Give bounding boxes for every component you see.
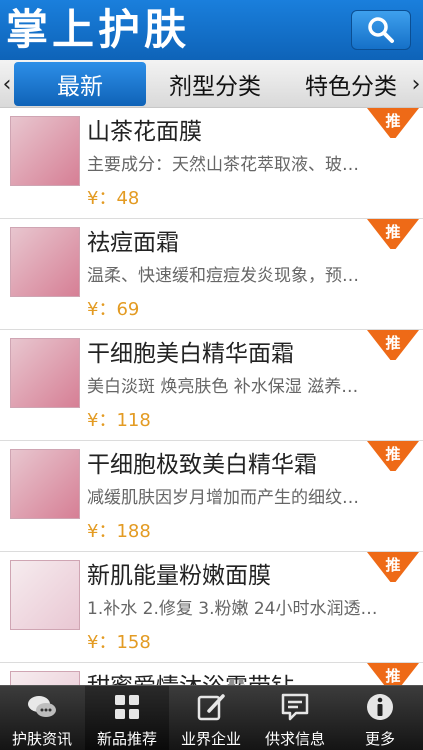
recommend-badge: 推 (367, 330, 419, 360)
app-title: 掌上护肤 (6, 5, 191, 54)
app-header: 掌上护肤 (0, 0, 423, 60)
message-board-icon (281, 693, 309, 721)
product-desc: 1.补水 2.修复 3.粉嫩 24小时水润透… (87, 599, 378, 619)
nav-new-products[interactable]: 新品推荐 (85, 686, 169, 750)
product-price: ¥：188 (87, 521, 151, 542)
list-item[interactable]: 甜蜜爱情沐浴露带钻 推 (0, 663, 423, 685)
recommend-badge: 推 (367, 108, 419, 138)
scroll-left-icon[interactable]: ‹ (0, 60, 14, 108)
search-icon (368, 17, 394, 43)
product-name: 干细胞美白精华面霜 (87, 341, 294, 367)
tab-latest[interactable]: 最新 (14, 62, 146, 106)
product-thumbnail (10, 560, 80, 630)
list-item[interactable]: 山茶花面膜 主要成分：天然山茶花萃取液、玻… ¥：48 推 (0, 108, 423, 219)
product-name: 新肌能量粉嫩面膜 (87, 563, 271, 589)
product-thumbnail (10, 227, 80, 297)
product-price: ¥：158 (87, 632, 151, 653)
scroll-right-icon[interactable]: › (409, 60, 423, 108)
tab-feature[interactable]: 特色分类 (288, 62, 414, 106)
chat-bubbles-icon (28, 696, 56, 717)
category-tabs: ‹ 最新 剂型分类 特色分类 › (0, 60, 423, 108)
product-thumbnail (10, 338, 80, 408)
nav-label: 新品推荐 (96, 730, 157, 748)
product-desc: 美白淡斑 焕亮肤色 补水保湿 滋养… (87, 377, 359, 397)
list-item[interactable]: 祛痘面霜 温柔、快速缓和痘痘发炎现象，预… ¥：69 推 (0, 219, 423, 330)
product-desc: 温柔、快速缓和痘痘发炎现象，预… (87, 266, 359, 286)
list-item[interactable]: 干细胞极致美白精华霜 减缓肌肤因岁月增加而产生的细纹… ¥：188 推 (0, 441, 423, 552)
product-thumbnail (10, 449, 80, 519)
product-price: ¥：69 (87, 299, 140, 320)
edit-note-icon (197, 694, 225, 721)
grid-icon (115, 695, 139, 719)
product-thumbnail (10, 671, 80, 685)
recommend-badge: 推 (367, 219, 419, 249)
product-desc: 主要成分：天然山茶花萃取液、玻… (87, 155, 359, 175)
product-name: 山茶花面膜 (87, 119, 202, 145)
product-price: ¥：48 (87, 188, 140, 209)
list-item[interactable]: 干细胞美白精华面霜 美白淡斑 焕亮肤色 补水保湿 滋养… ¥：118 推 (0, 330, 423, 441)
product-name: 甜蜜爱情沐浴露带钻 (87, 667, 294, 685)
bottom-nav: 护肤资讯 新品推荐 业界企业 供求信息 更多 (0, 685, 423, 750)
recommend-badge: 推 (367, 441, 419, 471)
search-button[interactable] (351, 10, 411, 50)
nav-more[interactable]: 更多 (338, 686, 422, 750)
info-icon (367, 694, 393, 720)
product-name: 干细胞极致美白精华霜 (87, 452, 317, 478)
recommend-badge: 推 (367, 663, 419, 685)
product-price: ¥：118 (87, 410, 151, 431)
product-list: 山茶花面膜 主要成分：天然山茶花萃取液、玻… ¥：48 推 祛痘面霜 温柔、快速… (0, 108, 423, 685)
nav-supply-demand[interactable]: 供求信息 (253, 686, 337, 750)
nav-industry[interactable]: 业界企业 (169, 686, 253, 750)
tab-formulation[interactable]: 剂型分类 (150, 62, 280, 106)
nav-label: 护肤资讯 (11, 730, 72, 748)
product-desc: 减缓肌肤因岁月增加而产生的细纹… (87, 488, 359, 508)
nav-label: 业界企业 (180, 730, 241, 748)
nav-skincare-news[interactable]: 护肤资讯 (0, 686, 84, 750)
product-thumbnail (10, 116, 80, 186)
nav-label: 供求信息 (264, 730, 325, 748)
nav-label: 更多 (364, 730, 395, 748)
recommend-badge: 推 (367, 552, 419, 582)
product-name: 祛痘面霜 (87, 230, 179, 256)
list-item[interactable]: 新肌能量粉嫩面膜 1.补水 2.修复 3.粉嫩 24小时水润透… ¥：158 推 (0, 552, 423, 663)
